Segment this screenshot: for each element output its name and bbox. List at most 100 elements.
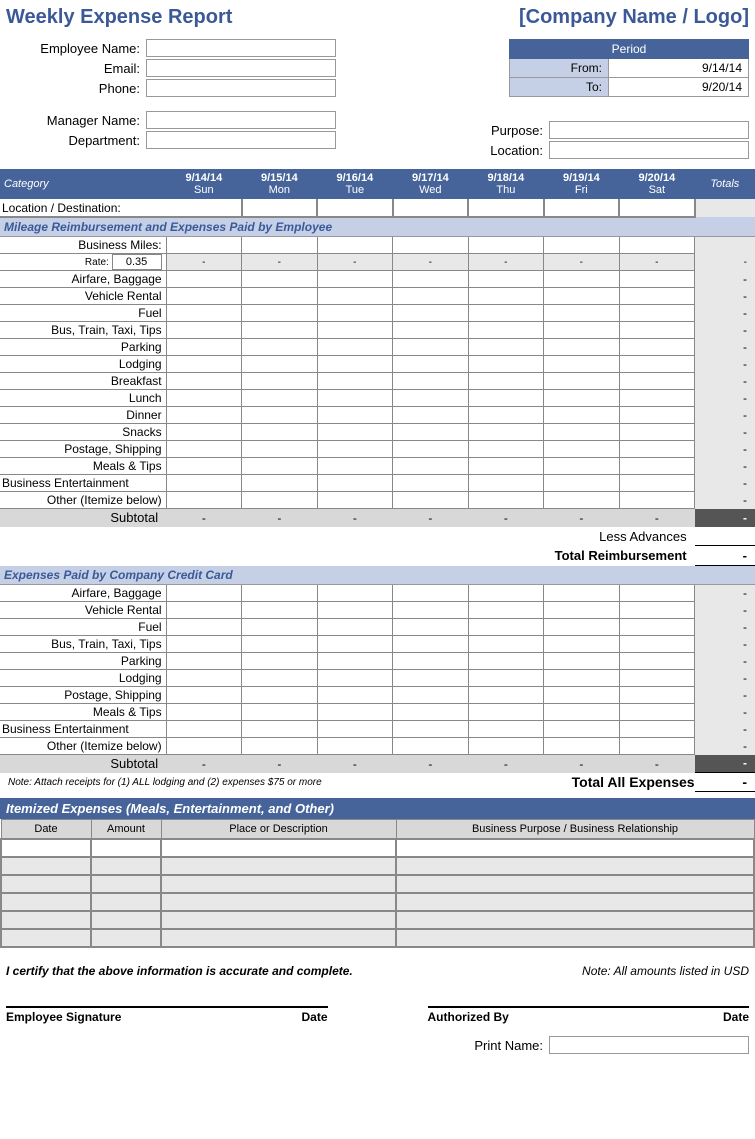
expense-cell[interactable] — [242, 602, 318, 619]
itemized-row[interactable] — [1, 893, 754, 911]
expense-cell[interactable] — [166, 390, 242, 407]
expense-cell[interactable] — [544, 475, 620, 492]
expense-cell[interactable] — [317, 322, 393, 339]
location-input[interactable] — [549, 141, 749, 159]
expense-cell[interactable] — [468, 441, 544, 458]
expense-cell[interactable] — [619, 670, 695, 687]
expense-cell[interactable] — [468, 322, 544, 339]
expense-cell[interactable] — [468, 602, 544, 619]
expense-cell[interactable] — [468, 670, 544, 687]
expense-cell[interactable] — [242, 288, 318, 305]
expense-cell[interactable] — [468, 619, 544, 636]
expense-cell[interactable] — [166, 339, 242, 356]
employee-name-input[interactable] — [146, 39, 336, 57]
expense-cell[interactable] — [317, 390, 393, 407]
expense-cell[interactable] — [393, 687, 469, 704]
expense-cell[interactable] — [166, 288, 242, 305]
expense-cell[interactable] — [242, 424, 318, 441]
expense-cell[interactable] — [242, 475, 318, 492]
expense-cell[interactable] — [166, 271, 242, 288]
expense-cell[interactable] — [544, 390, 620, 407]
expense-cell[interactable] — [166, 619, 242, 636]
expense-cell[interactable] — [393, 424, 469, 441]
expense-cell[interactable] — [544, 305, 620, 322]
expense-cell[interactable] — [544, 322, 620, 339]
department-input[interactable] — [146, 131, 336, 149]
expense-cell[interactable] — [166, 653, 242, 670]
expense-cell[interactable] — [393, 288, 469, 305]
expense-cell[interactable] — [317, 585, 393, 602]
expense-cell[interactable] — [468, 585, 544, 602]
expense-cell[interactable] — [166, 373, 242, 390]
expense-cell[interactable] — [619, 441, 695, 458]
expense-cell[interactable] — [619, 619, 695, 636]
phone-input[interactable] — [146, 79, 336, 97]
expense-cell[interactable] — [242, 738, 318, 755]
itemized-row[interactable] — [1, 839, 754, 857]
expense-cell[interactable] — [619, 602, 695, 619]
expense-cell[interactable] — [544, 602, 620, 619]
expense-cell[interactable] — [393, 670, 469, 687]
expense-cell[interactable] — [619, 687, 695, 704]
expense-cell[interactable] — [393, 619, 469, 636]
expense-cell[interactable] — [317, 441, 393, 458]
expense-cell[interactable] — [166, 407, 242, 424]
expense-cell[interactable] — [166, 738, 242, 755]
expense-cell[interactable] — [619, 458, 695, 475]
expense-cell[interactable] — [544, 619, 620, 636]
expense-cell[interactable] — [468, 738, 544, 755]
expense-cell[interactable] — [468, 721, 544, 738]
expense-cell[interactable] — [317, 653, 393, 670]
expense-cell[interactable] — [242, 390, 318, 407]
expense-cell[interactable] — [242, 407, 318, 424]
expense-cell[interactable] — [393, 390, 469, 407]
period-to-value[interactable]: 9/20/14 — [609, 78, 749, 97]
expense-cell[interactable] — [393, 271, 469, 288]
expense-cell[interactable] — [166, 687, 242, 704]
expense-cell[interactable] — [166, 322, 242, 339]
expense-cell[interactable] — [393, 356, 469, 373]
expense-cell[interactable] — [619, 738, 695, 755]
expense-cell[interactable] — [317, 721, 393, 738]
expense-cell[interactable] — [544, 704, 620, 721]
expense-cell[interactable] — [317, 373, 393, 390]
expense-cell[interactable] — [242, 356, 318, 373]
expense-cell[interactable] — [544, 458, 620, 475]
expense-cell[interactable] — [544, 653, 620, 670]
expense-cell[interactable] — [317, 288, 393, 305]
expense-cell[interactable] — [544, 356, 620, 373]
expense-cell[interactable] — [317, 305, 393, 322]
expense-cell[interactable] — [166, 424, 242, 441]
expense-cell[interactable] — [619, 356, 695, 373]
expense-cell[interactable] — [393, 458, 469, 475]
expense-cell[interactable] — [619, 636, 695, 653]
expense-cell[interactable] — [619, 373, 695, 390]
expense-cell[interactable] — [468, 475, 544, 492]
expense-cell[interactable] — [619, 424, 695, 441]
expense-cell[interactable] — [468, 390, 544, 407]
expense-cell[interactable] — [166, 670, 242, 687]
expense-cell[interactable] — [393, 407, 469, 424]
expense-cell[interactable] — [242, 670, 318, 687]
expense-cell[interactable] — [242, 687, 318, 704]
expense-cell[interactable] — [619, 585, 695, 602]
expense-cell[interactable] — [317, 636, 393, 653]
expense-cell[interactable] — [242, 704, 318, 721]
rate-input[interactable] — [112, 254, 162, 270]
expense-cell[interactable] — [468, 271, 544, 288]
expense-cell[interactable] — [544, 339, 620, 356]
expense-cell[interactable] — [317, 339, 393, 356]
expense-cell[interactable] — [619, 475, 695, 492]
expense-cell[interactable] — [166, 475, 242, 492]
expense-cell[interactable] — [242, 458, 318, 475]
expense-cell[interactable] — [544, 738, 620, 755]
expense-cell[interactable] — [468, 407, 544, 424]
expense-cell[interactable] — [468, 288, 544, 305]
expense-cell[interactable] — [393, 492, 469, 509]
itemized-row[interactable] — [1, 875, 754, 893]
expense-cell[interactable] — [317, 602, 393, 619]
expense-cell[interactable] — [468, 373, 544, 390]
itemized-row[interactable] — [1, 857, 754, 875]
expense-cell[interactable] — [242, 339, 318, 356]
expense-cell[interactable] — [242, 373, 318, 390]
